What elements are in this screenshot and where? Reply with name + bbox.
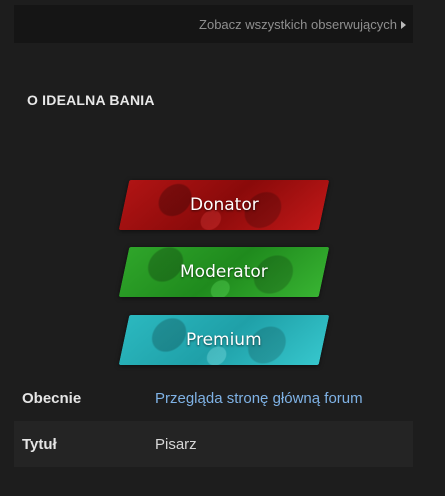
premium-badge-label: Premium (186, 330, 262, 350)
donator-badge-label: Donator (189, 195, 259, 215)
currently-value-link[interactable]: Przegląda stronę główną forum (155, 390, 363, 407)
user-title-row: Tytuł Pisarz (14, 421, 413, 467)
user-title-value: Pisarz (155, 435, 197, 453)
caret-right-icon (401, 20, 406, 29)
see-all-followers-link[interactable]: Zobacz wszystkich obserwujących (199, 17, 406, 32)
currently-label: Obecnie (22, 389, 82, 407)
about-section-title: O IDEALNA BANIA (27, 92, 155, 108)
see-all-followers-label: Zobacz wszystkich obserwujących (199, 16, 397, 32)
donator-badge: Donator (118, 180, 330, 230)
followers-bar: Zobacz wszystkich obserwujących (14, 5, 413, 43)
currently-row: Obecnie Przegląda stronę główną forum (14, 375, 413, 421)
premium-badge: Premium (118, 315, 330, 365)
moderator-badge-label: Moderator (180, 262, 268, 282)
moderator-badge: Moderator (118, 247, 330, 297)
user-title-label: Tytuł (22, 435, 57, 453)
